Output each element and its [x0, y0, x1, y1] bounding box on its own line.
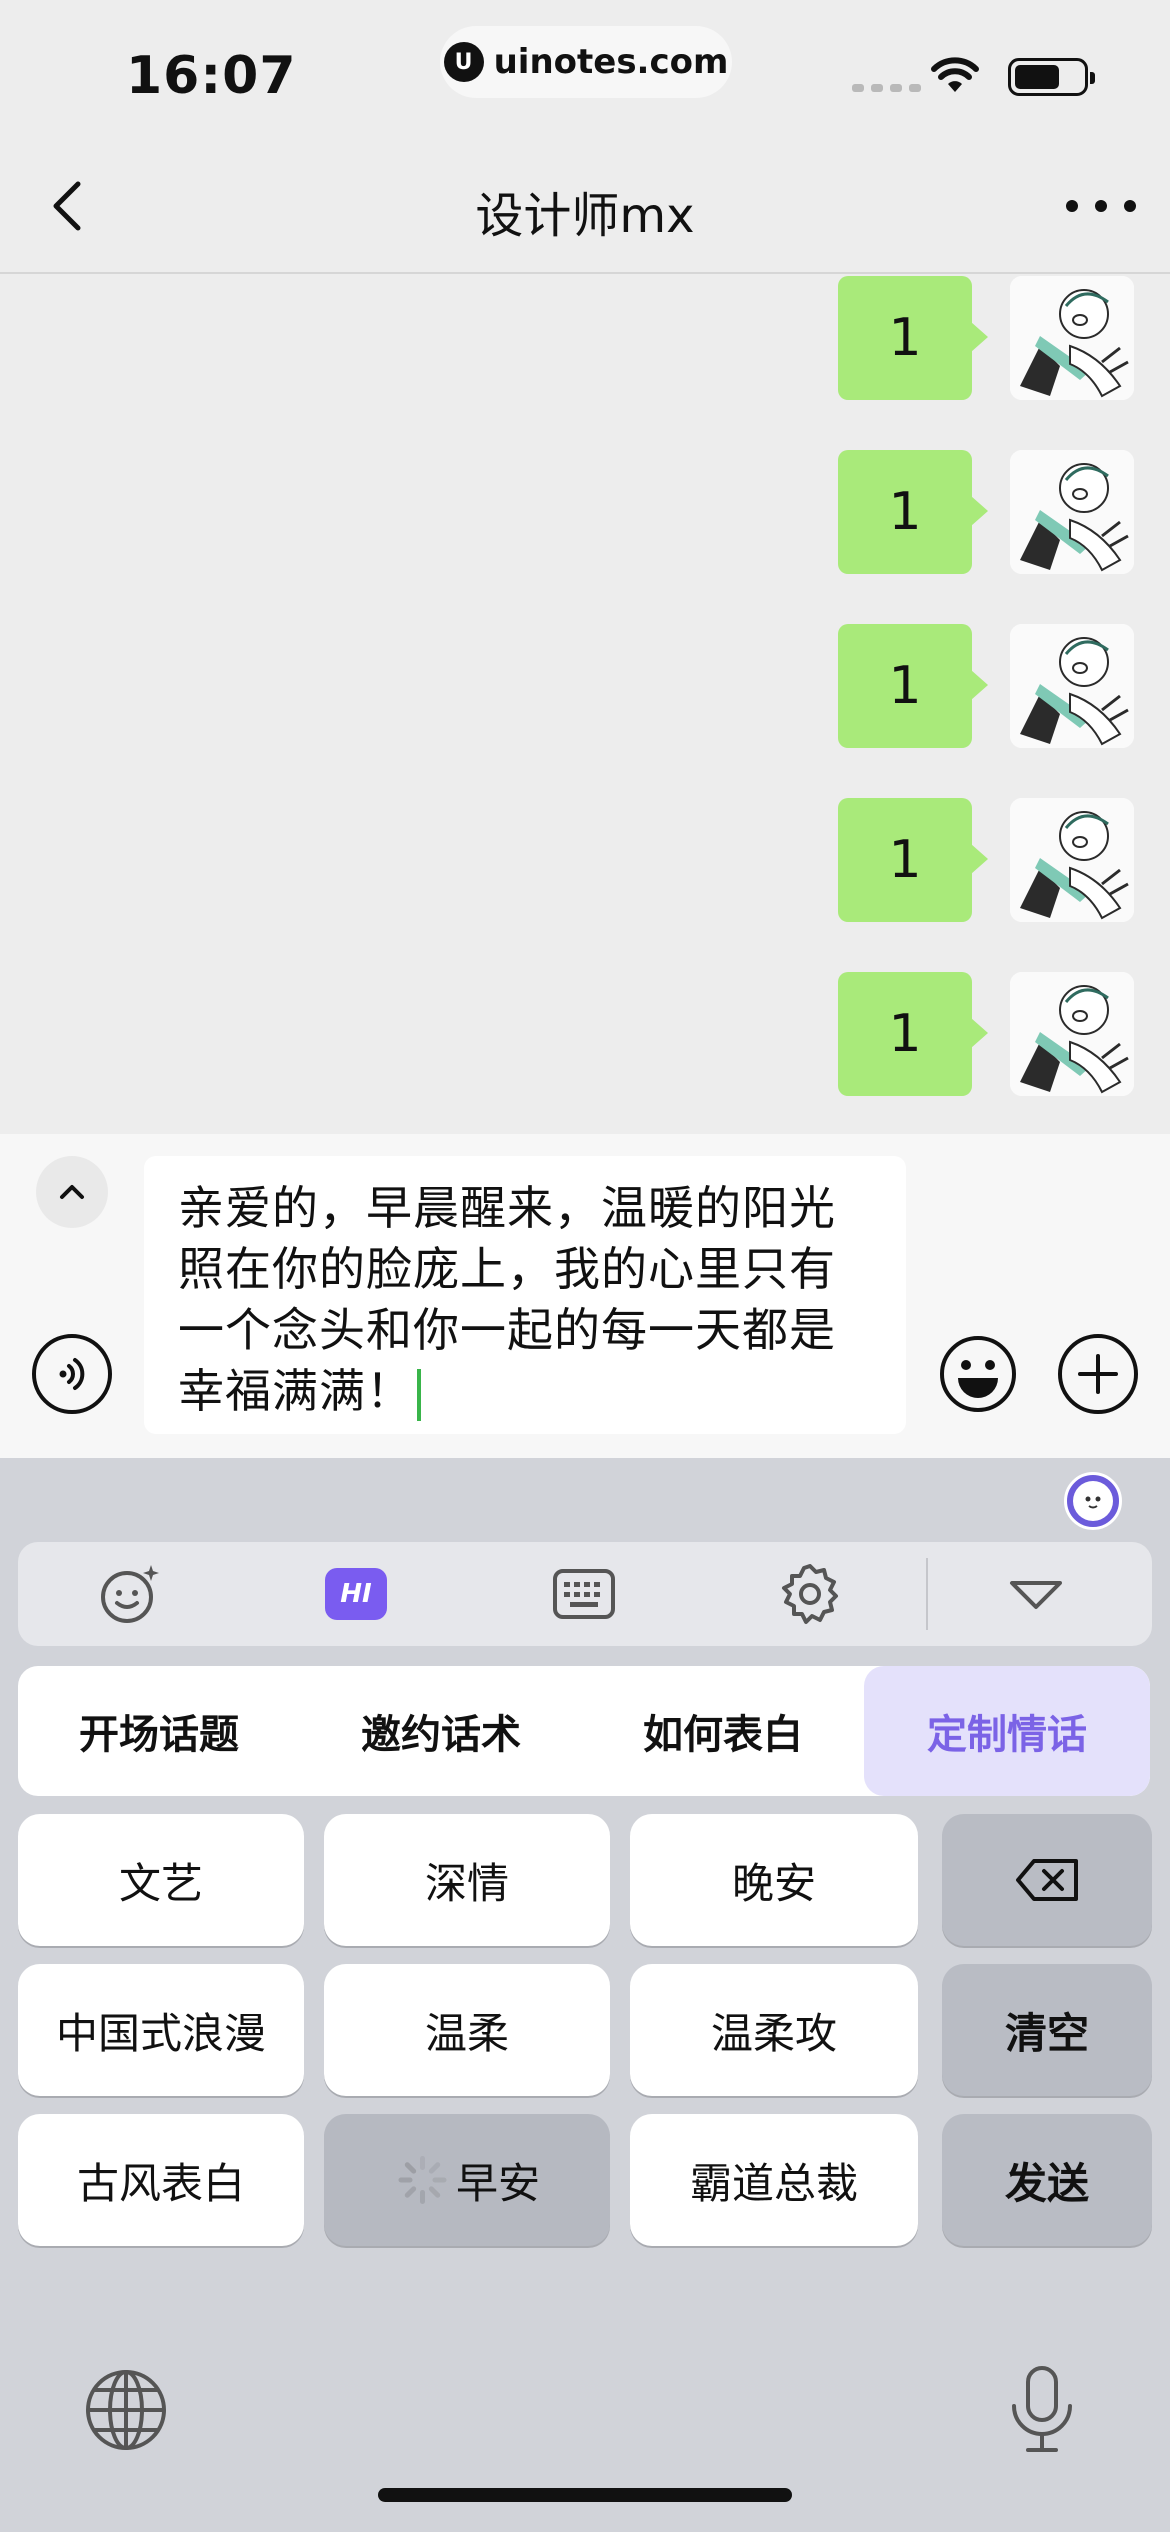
message-bubble[interactable]: 1 — [838, 276, 988, 400]
status-bar: 16:07 U uinotes.com — [0, 0, 1170, 140]
phrase-category-tabs: 开场话题 邀约话术 如何表白 定制情话 — [18, 1666, 1150, 1796]
expand-up-button[interactable] — [36, 1156, 108, 1228]
message-row: 1 — [838, 798, 1134, 922]
text-caret — [417, 1368, 421, 1421]
key-domineering-ceo[interactable]: 霸道总裁 — [630, 2114, 918, 2246]
loading-spinner-icon — [394, 2152, 450, 2208]
message-input[interactable]: 亲爱的，早晨醒来，温暖的阳光照在你的脸庞上，我的心里只有一个念头和你一起的每一天… — [144, 1156, 906, 1434]
microphone-icon[interactable] — [1004, 2364, 1080, 2456]
cellular-signal-icon — [852, 84, 921, 92]
voice-wave-icon — [59, 1358, 85, 1390]
key-shenqing[interactable]: 深情 — [324, 1814, 610, 1946]
message-row: 1 — [838, 276, 1134, 400]
user-avatar[interactable] — [1010, 450, 1134, 574]
key-ancient-confession[interactable]: 古风表白 — [18, 2114, 304, 2246]
chat-header: 设计师mx — [0, 140, 1170, 274]
keyboard: HI 开场话题 邀约话术 如何表白 定制情话 文艺 深情 晚安 中国式浪漫 温柔… — [0, 1458, 1170, 2532]
key-chinese-romance[interactable]: 中国式浪漫 — [18, 1964, 304, 2096]
collapse-keyboard-icon[interactable] — [976, 1542, 1096, 1646]
more-actions-button[interactable] — [1058, 1334, 1138, 1414]
user-avatar[interactable] — [1010, 972, 1134, 1096]
message-row: 1 — [838, 624, 1134, 748]
tab-opening-topics[interactable]: 开场话题 — [18, 1666, 300, 1796]
key-gentle-top[interactable]: 温柔攻 — [630, 1964, 918, 2096]
hi-icon[interactable]: HI — [296, 1542, 416, 1646]
message-bubble[interactable]: 1 — [838, 624, 988, 748]
user-avatar[interactable] — [1010, 798, 1134, 922]
backspace-icon — [1016, 1859, 1078, 1901]
tab-how-to-confess[interactable]: 如何表白 — [582, 1666, 864, 1796]
key-wenyi[interactable]: 文艺 — [18, 1814, 304, 1946]
voice-input-button[interactable] — [32, 1334, 112, 1414]
backspace-button[interactable] — [942, 1814, 1152, 1946]
keyboard-toolbar: HI — [18, 1542, 1152, 1646]
home-indicator — [378, 2488, 792, 2502]
user-avatar[interactable] — [1010, 624, 1134, 748]
message-input-text: 亲爱的，早晨醒来，温暖的阳光照在你的脸庞上，我的心里只有一个念头和你一起的每一天… — [178, 1181, 836, 1418]
emoji-icon[interactable] — [938, 1334, 1018, 1414]
battery-icon — [1008, 58, 1095, 96]
status-time: 16:07 — [126, 46, 297, 106]
chat-title: 设计师mx — [475, 188, 695, 244]
settings-icon[interactable] — [750, 1542, 870, 1646]
user-avatar[interactable] — [1010, 276, 1134, 400]
url-pill[interactable]: U uinotes.com — [440, 26, 732, 98]
toolbar-divider — [926, 1558, 928, 1630]
message-bubble[interactable]: 1 — [838, 798, 988, 922]
message-row: 1 — [838, 450, 1134, 574]
key-good-morning[interactable]: 早安 — [324, 2114, 610, 2246]
clear-button[interactable]: 清空 — [942, 1964, 1152, 2096]
message-bubble[interactable]: 1 — [838, 450, 988, 574]
plus-icon — [1078, 1354, 1118, 1394]
mascot-icon[interactable] — [1064, 1472, 1122, 1530]
site-logo-icon: U — [443, 42, 484, 82]
emoji-sparkle-icon[interactable] — [70, 1542, 190, 1646]
tab-invite-phrases[interactable]: 邀约话术 — [300, 1666, 582, 1796]
key-wanan[interactable]: 晚安 — [630, 1814, 918, 1946]
key-good-morning-label: 早安 — [455, 2158, 540, 2208]
send-button[interactable]: 发送 — [942, 2114, 1152, 2246]
wifi-icon — [931, 57, 979, 92]
key-gentle[interactable]: 温柔 — [324, 1964, 610, 2096]
message-list[interactable]: 1 1 1 1 1 — [0, 274, 1170, 1134]
tab-custom-love-words[interactable]: 定制情话 — [864, 1666, 1150, 1796]
url-text: uinotes.com — [493, 42, 729, 82]
message-row: 1 — [838, 972, 1134, 1096]
keyboard-icon[interactable] — [524, 1542, 644, 1646]
input-bar: 亲爱的，早晨醒来，温暖的阳光照在你的脸庞上，我的心里只有一个念头和你一起的每一天… — [0, 1134, 1170, 1458]
ellipsis-icon[interactable] — [1066, 192, 1136, 220]
globe-icon[interactable] — [84, 2368, 168, 2452]
chevron-up-icon — [60, 1185, 84, 1199]
message-bubble[interactable]: 1 — [838, 972, 988, 1096]
